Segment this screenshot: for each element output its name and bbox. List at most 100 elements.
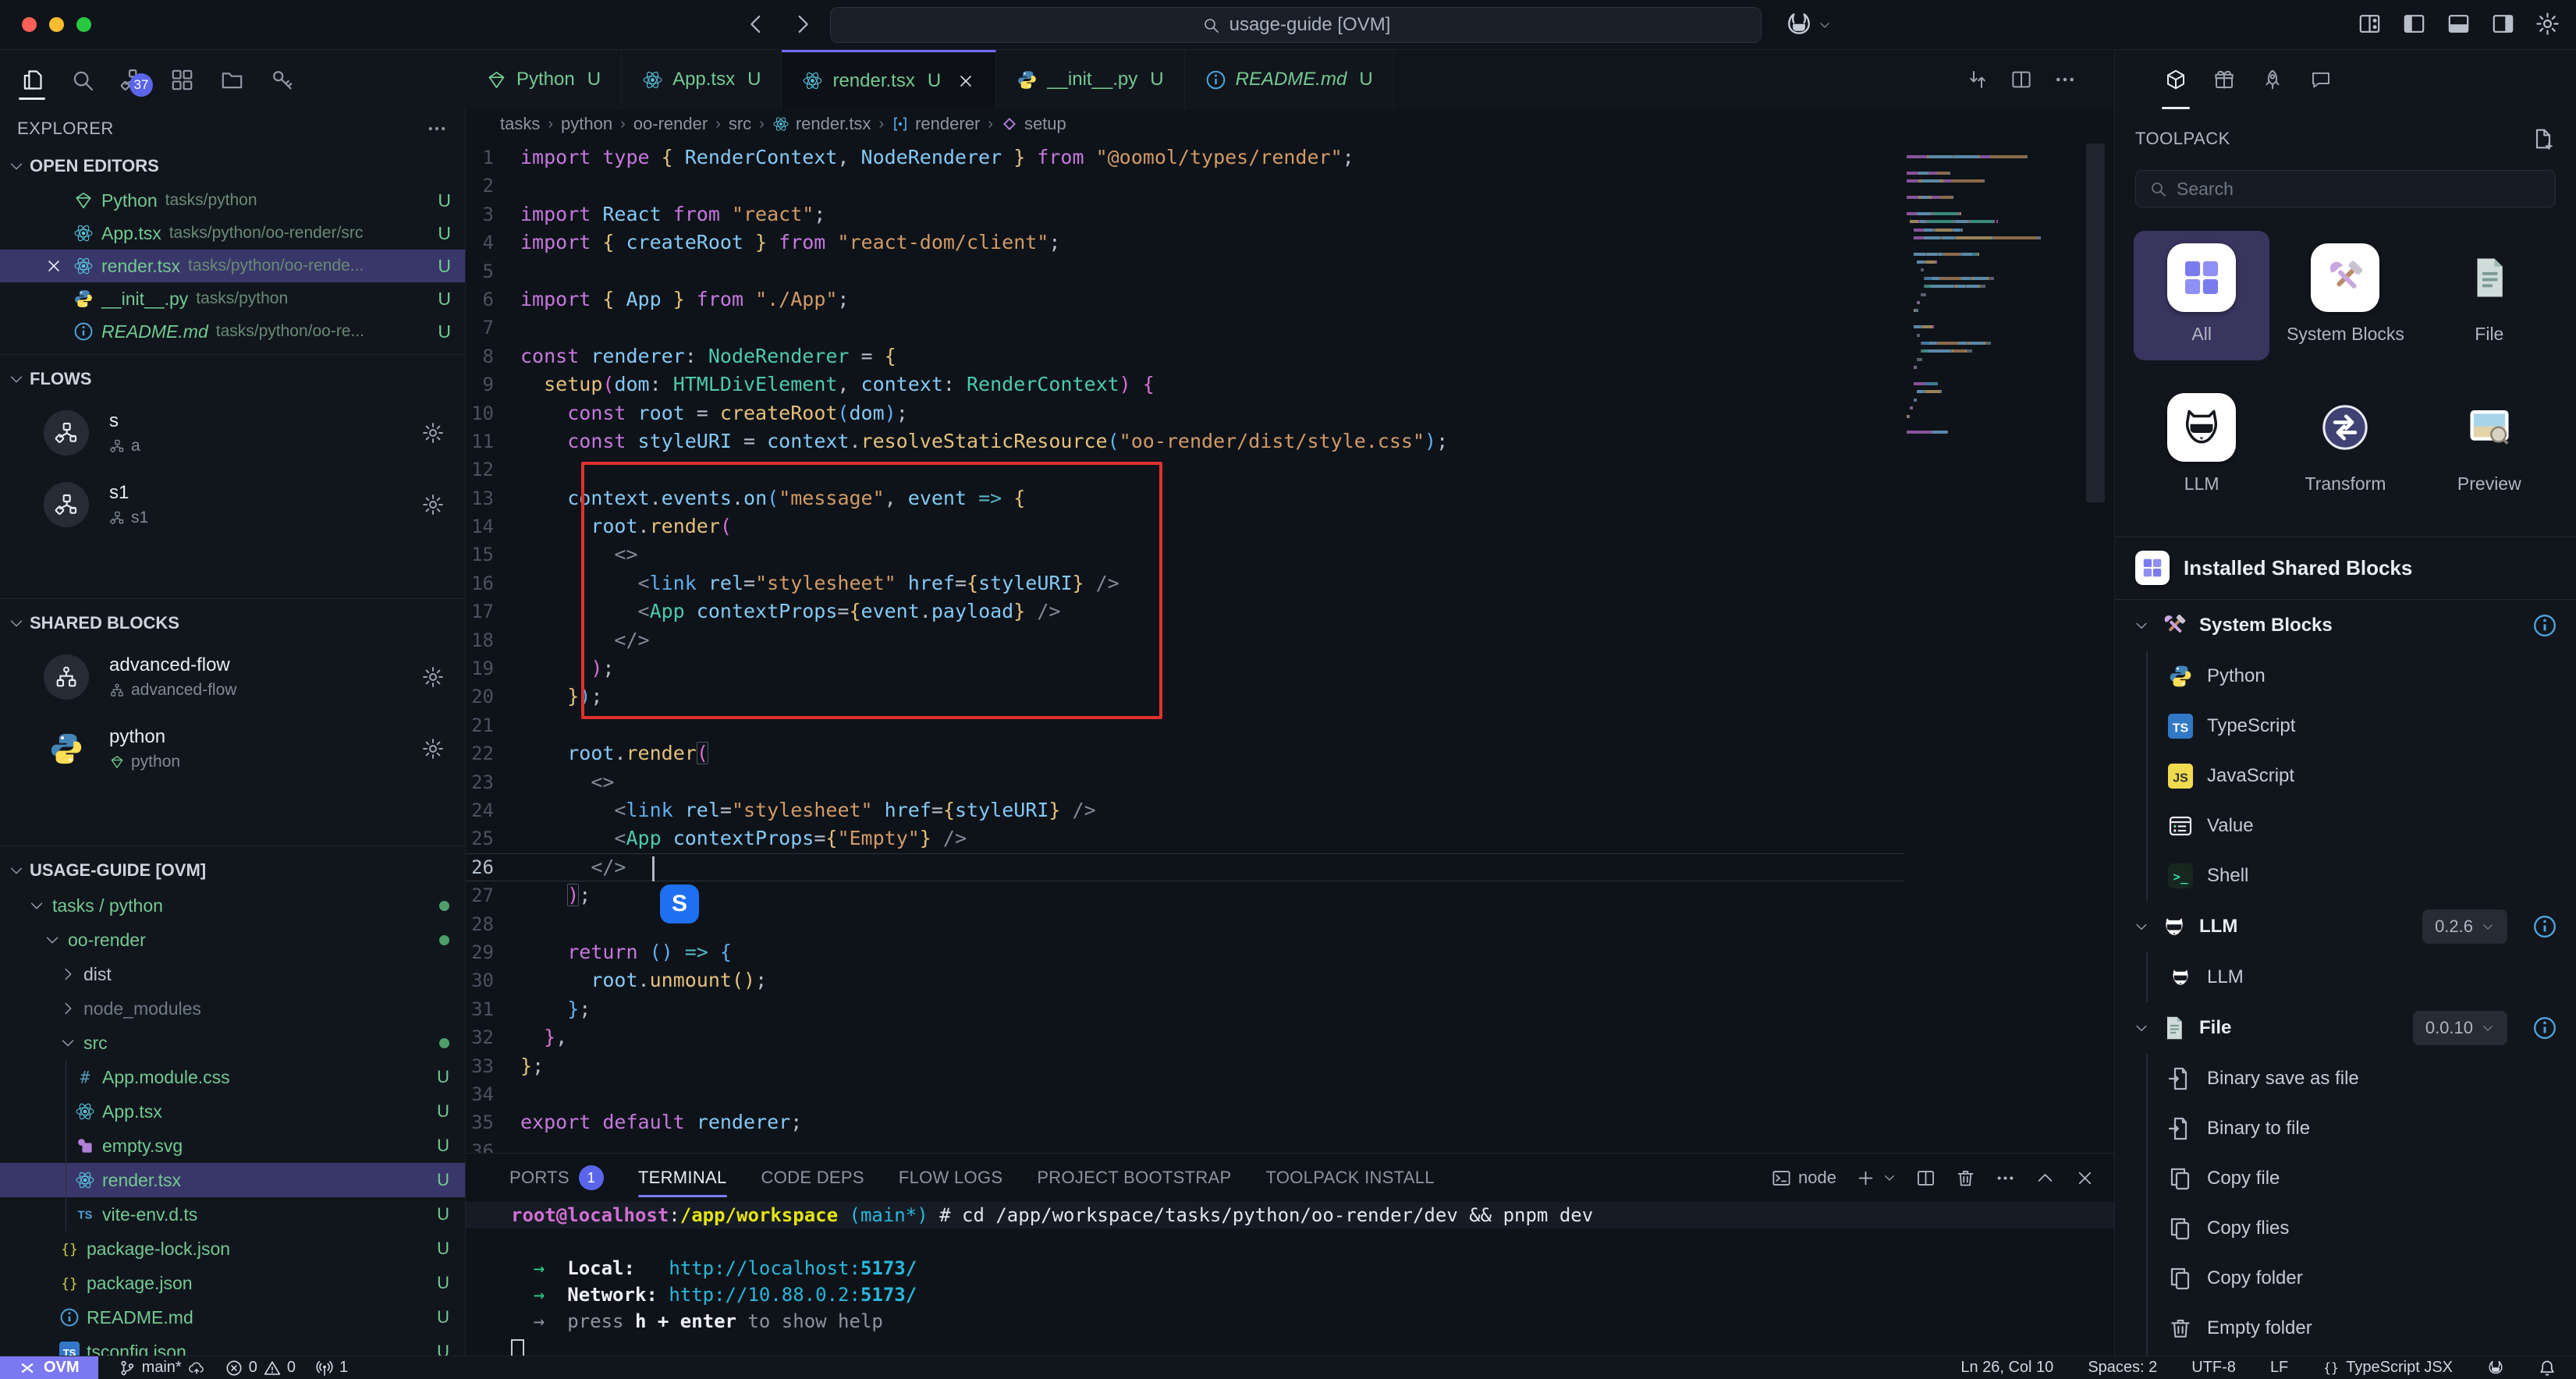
code-line-9[interactable]: 9 setup(dom: HTMLDivElement, context: Re…: [466, 370, 2114, 399]
shared-blocks-header[interactable]: SHARED BLOCKS: [0, 605, 465, 641]
new-toolpack-button[interactable]: [2531, 126, 2556, 151]
block-item-javascript[interactable]: JSJavaScript: [2148, 751, 2576, 801]
open-editor-render-tsx[interactable]: render.tsxtasks/python/oo-rende...U: [0, 250, 465, 282]
split-editor-button[interactable]: [2010, 68, 2033, 91]
terminal-output[interactable]: root@localhost:/app/workspace (main*) # …: [466, 1202, 2114, 1356]
code-line-30[interactable]: 30 root.unmount();: [466, 966, 2114, 994]
tab-readme-md[interactable]: README.mdU: [1185, 50, 1394, 109]
toolpack-category-llm[interactable]: LLM: [2134, 381, 2269, 510]
open-editor-__init__-py[interactable]: __init__.pytasks/pythonU: [0, 282, 465, 315]
tree-item-src[interactable]: src: [0, 1026, 465, 1060]
block-item-binary-to-file[interactable]: Binary to file: [2148, 1104, 2576, 1154]
code-line-28[interactable]: 28: [466, 910, 2114, 938]
cursor-position-status[interactable]: Ln 26, Col 10: [1960, 1359, 2053, 1377]
activity-search-button[interactable]: [64, 58, 100, 101]
notifications-status[interactable]: [2539, 1360, 2556, 1377]
tree-item-vite-env-d-ts[interactable]: TSvite-env.d.tsU: [0, 1197, 465, 1232]
code-line-22[interactable]: 22 root.render(: [466, 739, 2114, 767]
code-line-5[interactable]: 5: [466, 257, 2114, 285]
breadcrumb-item-tasks[interactable]: tasks: [500, 114, 540, 134]
tree-item-package-json[interactable]: {}package.jsonU: [0, 1266, 465, 1300]
eol-status[interactable]: LF: [2270, 1359, 2288, 1377]
split-terminal-button[interactable]: [1915, 1168, 1936, 1189]
tree-item-render-tsx[interactable]: render.tsxU: [0, 1163, 465, 1197]
block-item-copy-flies[interactable]: Copy flies: [2148, 1204, 2576, 1253]
code-line-36[interactable]: 36: [466, 1137, 2114, 1153]
breadcrumb-item-render-tsx[interactable]: render.tsx: [772, 114, 871, 134]
marketplace-tab[interactable]: [2209, 50, 2240, 109]
shared-block-python[interactable]: pythonpython: [0, 713, 465, 785]
close-icon[interactable]: [956, 72, 975, 90]
panel-more-button[interactable]: [1995, 1168, 2016, 1189]
code-line-7[interactable]: 7: [466, 314, 2114, 342]
close-window-button[interactable]: [22, 17, 37, 32]
flow-s[interactable]: sa: [0, 397, 465, 469]
info-icon[interactable]: [2532, 613, 2557, 638]
indentation-status[interactable]: Spaces: 2: [2088, 1359, 2157, 1377]
tree-item-oo-render[interactable]: oo-render: [0, 923, 465, 957]
toolpack-category-preview[interactable]: Preview: [2422, 381, 2557, 510]
code-line-11[interactable]: 11 const styleURI = context.resolveStati…: [466, 427, 2114, 456]
code-line-33[interactable]: 33};: [466, 1052, 2114, 1080]
close-panel-button[interactable]: [2074, 1168, 2095, 1189]
tree-item-package-lock-json[interactable]: {}package-lock.jsonU: [0, 1232, 465, 1266]
chevron-down-icon[interactable]: [2134, 919, 2149, 934]
toggle-panel-button[interactable]: [2446, 11, 2471, 37]
open-editor-python[interactable]: Pythontasks/pythonU: [0, 184, 465, 217]
tree-item-tsconfig-json[interactable]: TStsconfig.jsonU: [0, 1335, 465, 1356]
activity-flows-button[interactable]: 37: [114, 58, 150, 101]
activity-blocks-button[interactable]: [164, 58, 200, 101]
tree-item-empty-svg[interactable]: empty.svgU: [0, 1129, 465, 1163]
block-item-typescript[interactable]: TSTypeScript: [2148, 701, 2576, 751]
more-actions-button[interactable]: [2053, 68, 2077, 91]
toolpack-tab[interactable]: [2160, 50, 2191, 109]
git-branch-status[interactable]: main*: [119, 1359, 205, 1377]
shared-block-group-system-blocks[interactable]: System Blocks: [2115, 600, 2576, 651]
breadcrumb-item-setup[interactable]: setup: [1001, 114, 1066, 134]
history-back-button[interactable]: [743, 11, 769, 37]
code-line-31[interactable]: 31 };: [466, 995, 2114, 1023]
deploy-tab[interactable]: [2257, 50, 2288, 109]
explorer-more-button[interactable]: [426, 118, 448, 140]
encoding-status[interactable]: UTF-8: [2191, 1359, 2236, 1377]
info-icon[interactable]: [2532, 1016, 2557, 1040]
minimize-window-button[interactable]: [49, 17, 64, 32]
toolpack-category-transform[interactable]: Transform: [2277, 381, 2413, 510]
toolpack-category-file[interactable]: File: [2422, 231, 2557, 360]
command-center-search[interactable]: usage-guide [OVM]: [830, 7, 1762, 43]
code-line-29[interactable]: 29 return () => {: [466, 938, 2114, 966]
chevron-down-icon[interactable]: [2134, 618, 2149, 633]
block-item-binary-save-as-file[interactable]: Binary save as file: [2148, 1054, 2576, 1104]
code-line-32[interactable]: 32 },: [466, 1023, 2114, 1051]
block-item-shell[interactable]: >_Shell: [2148, 851, 2576, 901]
code-line-8[interactable]: 8const renderer: NodeRenderer = {: [466, 342, 2114, 370]
toggle-sidebar-button[interactable]: [2401, 11, 2427, 37]
block-item-llm[interactable]: LLM: [2148, 952, 2576, 1002]
code-line-24[interactable]: 24 <link rel="stylesheet" href={styleURI…: [466, 796, 2114, 824]
tab-python[interactable]: PythonU: [466, 50, 622, 109]
terminal-dropdown-button[interactable]: [1882, 1171, 1897, 1185]
code-line-25[interactable]: 25 <App contextProps={"Empty"} />: [466, 824, 2114, 853]
language-mode-status[interactable]: {} TypeScript JSX: [2322, 1359, 2453, 1377]
workspace-tree-header[interactable]: USAGE-GUIDE [OVM]: [0, 853, 465, 888]
activity-secrets-button[interactable]: [264, 58, 300, 101]
code-line-6[interactable]: 6import { App } from "./App";: [466, 285, 2114, 314]
tree-item-tasks-python[interactable]: tasks / python: [0, 888, 465, 923]
code-line-1[interactable]: 1import type { RenderContext, NodeRender…: [466, 144, 2114, 172]
open-editors-header[interactable]: OPEN EDITORS: [0, 148, 465, 184]
panel-tab-project-bootstrap[interactable]: PROJECT BOOTSTRAP: [1037, 1154, 1231, 1202]
toolpack-search-input[interactable]: [2177, 179, 2542, 200]
block-item-empty-folder[interactable]: Empty folder: [2148, 1303, 2576, 1353]
problems-status[interactable]: 0 0: [225, 1359, 296, 1377]
panel-tab-flow-logs[interactable]: FLOW LOGS: [899, 1154, 1003, 1202]
code-line-26[interactable]: 26 </>: [466, 853, 2114, 881]
code-line-10[interactable]: 10 const root = createRoot(dom);: [466, 399, 2114, 427]
code-line-23[interactable]: 23 <>: [466, 768, 2114, 796]
version-select[interactable]: 0.2.6: [2422, 909, 2507, 944]
tree-item-app-tsx[interactable]: App.tsxU: [0, 1094, 465, 1129]
shared-block-group-llm[interactable]: LLM0.2.6: [2115, 901, 2576, 952]
flows-header[interactable]: FLOWS: [0, 361, 465, 397]
open-editor-app-tsx[interactable]: App.tsxtasks/python/oo-render/srcU: [0, 217, 465, 250]
toolpack-search[interactable]: [2135, 170, 2556, 207]
tree-item-app-module-css[interactable]: #App.module.cssU: [0, 1060, 465, 1094]
